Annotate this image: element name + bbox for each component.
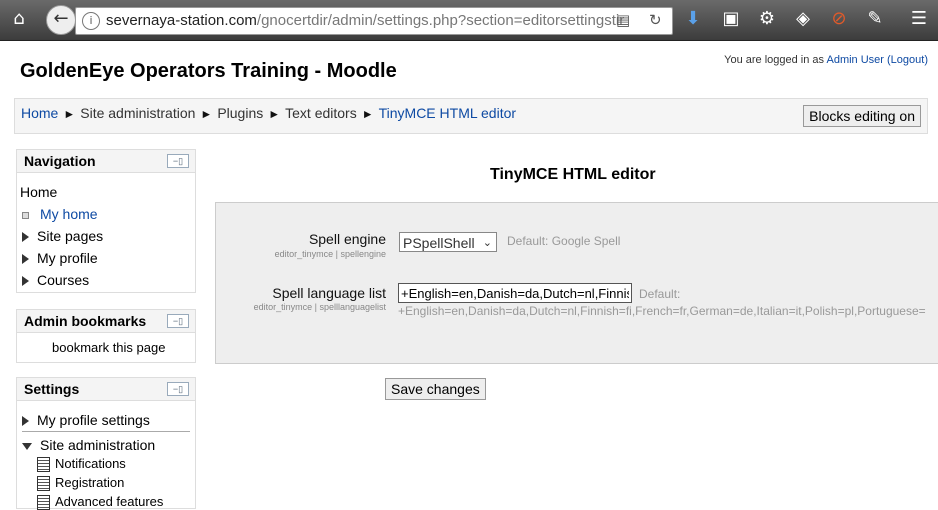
document-icon [37,495,50,510]
expand-arrow-icon [22,276,29,287]
nav-item-label: My home [40,206,98,222]
document-icon [37,457,50,473]
nav-item-my-home[interactable]: My home [22,206,98,222]
browser-toolbar: ⌂ ← i severnaya-station.com/gnocertdir/a… [0,0,938,41]
admin-bookmarks-block: Admin bookmarks −▯ bookmark this page [16,309,196,363]
block-collapse-icon[interactable]: −▯ [167,314,189,328]
navbar: Home ► Site administration ► Plugins ► Text ed… [14,98,928,134]
block-icon[interactable]: ⊘ [826,6,852,32]
spell-language-key: editor_tinymce | spelllanguagelist [253,302,386,312]
settings-item-site-admin[interactable]: Site administration [22,437,155,453]
settings-block-header: Settings −▯ [17,378,195,401]
block-collapse-icon[interactable]: −▯ [167,154,189,168]
settings-item-label: My profile settings [37,412,150,428]
breadcrumb-tinymce[interactable]: TinyMCE HTML editor [379,105,516,121]
bookmark-page-link[interactable]: bookmark this page [52,340,165,355]
navigation-block-header: Navigation −▯ [17,150,195,173]
login-prefix: You are logged in as [724,54,827,66]
admin-bookmarks-header: Admin bookmarks −▯ [17,310,195,333]
expand-arrow-icon [22,254,29,265]
spell-engine-default: Default: Google Spell [507,234,621,248]
menu-icon[interactable]: ☰ [906,6,932,32]
settings-block: Settings −▯ My profile settings Site adm… [16,377,196,510]
navigation-block: Navigation −▯ Home My home Site pages My… [16,149,196,293]
nav-item-courses[interactable]: Courses [22,272,89,288]
spell-language-default-label: Default: [639,287,681,301]
breadcrumb-text-editors[interactable]: Text editors [285,105,357,121]
divider [22,431,190,432]
url-host: severnaya-station.com [106,12,257,29]
nav-item-site-pages[interactable]: Site pages [22,228,103,244]
gear-icon[interactable]: ⚙ [754,6,780,32]
collapse-arrow-icon [22,442,32,450]
info-icon[interactable]: i [82,12,100,30]
logout-link[interactable]: (Logout) [887,54,928,66]
breadcrumb-plugins[interactable]: Plugins [217,105,263,121]
spell-engine-select[interactable]: PSpellShell ⌄ [399,232,497,252]
nav-item-label: Site pages [37,228,104,244]
settings-block-title: Settings [24,381,80,397]
expand-arrow-icon [22,416,29,427]
settings-sub-notifications[interactable]: Notifications [37,456,126,473]
login-info: You are logged in as Admin User (Logout) [724,54,928,66]
settings-item-label: Site administration [40,437,156,453]
spell-language-input[interactable] [398,283,632,303]
breadcrumb-separator: ► [361,107,374,121]
nav-item-label: My profile [37,250,98,266]
settings-item-profile[interactable]: My profile settings [22,412,150,428]
blocks-editing-button[interactable]: Blocks editing on [803,105,921,127]
rss-icon[interactable]: ▤ [616,11,630,29]
login-user-link[interactable]: Admin User [826,54,883,66]
url-path: /gnocertdir/admin/settings.php?section=e… [256,12,625,29]
spell-language-default-value: +English=en,Danish=da,Dutch=nl,Finnish=f… [398,304,926,318]
spell-engine-key: editor_tinymce | spellengine [274,249,386,259]
settings-sub-label: Registration [55,475,125,490]
nav-item-label: Courses [37,272,90,288]
extension-icon[interactable]: ✎ [862,6,888,32]
breadcrumb-home[interactable]: Home [21,105,58,121]
breadcrumb-separator: ► [200,107,213,121]
download-icon[interactable]: ⬇ [680,6,706,32]
chevron-down-icon: ⌄ [482,236,492,249]
site-title: GoldenEye Operators Training - Moodle [20,60,397,82]
breadcrumb-site-admin[interactable]: Site administration [80,105,195,121]
settings-sub-label: Advanced features [55,494,164,509]
save-changes-button[interactable]: Save changes [385,378,486,400]
back-icon[interactable]: ← [46,5,76,35]
breadcrumb-separator: ► [268,107,281,121]
settings-sub-registration[interactable]: Registration [37,475,125,492]
block-collapse-icon[interactable]: −▯ [167,382,189,396]
document-icon [37,476,50,492]
navigation-block-title: Navigation [24,153,96,169]
expand-arrow-icon [22,232,29,243]
url-bar[interactable]: i severnaya-station.com/gnocertdir/admin… [75,7,673,35]
breadcrumb-separator: ► [63,107,76,121]
nav-item-my-profile[interactable]: My profile [22,250,98,266]
url-text[interactable]: severnaya-station.com/gnocertdir/admin/s… [106,12,636,29]
pocket-icon[interactable]: ◈ [790,6,816,32]
reader-icon[interactable]: ▣ [718,6,744,32]
reload-icon[interactable]: ↻ [649,11,662,29]
nav-home[interactable]: Home [20,184,57,200]
settings-sub-advanced[interactable]: Advanced features [37,494,163,510]
breadcrumb: Home ► Site administration ► Plugins ► Text ed… [21,105,516,121]
home-icon[interactable]: ⌂ [6,6,32,32]
admin-bookmarks-title: Admin bookmarks [24,313,147,329]
spell-engine-value: PSpellShell [403,235,475,251]
spell-engine-label: Spell engine [308,231,386,247]
settings-form: Spell engine editor_tinymce | spellengin… [215,202,938,364]
settings-sub-label: Notifications [55,456,126,471]
bullet-icon [22,211,29,219]
spell-language-label: Spell language list [272,285,386,301]
page-heading: TinyMCE HTML editor [490,166,656,183]
